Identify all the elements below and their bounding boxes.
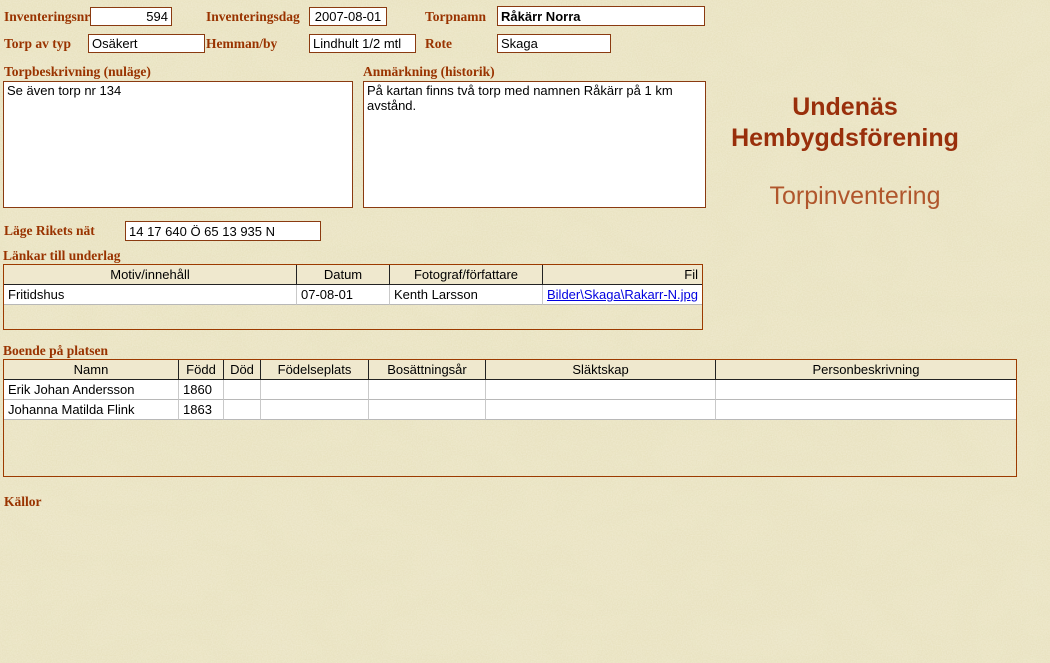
rote-input[interactable] [497,34,611,53]
resident-cell-dod[interactable] [224,380,261,400]
residents-col-slaktskap: Släktskap [486,360,716,380]
inventeringsnr-input[interactable] [90,7,172,26]
links-cell-motiv[interactable]: Fritidshus [4,285,297,305]
residents-col-fodelseplats: Födelseplats [261,360,369,380]
resident-cell-fodd[interactable]: 1863 [179,400,224,420]
torpbeskrivning-textarea[interactable]: Se även torp nr 134 [3,81,353,208]
links-table-row: Fritidshus 07-08-01 Kenth Larsson Bilder… [4,285,702,305]
resident-cell-fodd[interactable]: 1860 [179,380,224,400]
residents-col-namn: Namn [4,360,179,380]
anmarkning-textarea[interactable]: På kartan finns två torp med namnen Råkä… [363,81,706,208]
residents-col-personbeskrivning: Personbeskrivning [716,360,1016,380]
links-col-datum: Datum [297,265,390,285]
lage-rikets-nat-input[interactable] [125,221,321,241]
file-link[interactable]: Bilder\Skaga\Rakarr-N.jpg [547,287,698,302]
inventeringsnr-label: Inventeringsnr [4,9,91,24]
links-cell-fil: Bilder\Skaga\Rakarr-N.jpg [543,285,702,305]
resident-cell-bosattningsar[interactable] [369,400,486,420]
links-table: Motiv/innehåll Datum Fotograf/författare… [3,264,703,330]
resident-cell-slaktskap[interactable] [486,400,716,420]
lage-rikets-nat-label: Läge Rikets nät [4,223,95,238]
resident-cell-fodelseplats[interactable] [261,400,369,420]
resident-cell-namn[interactable]: Erik Johan Andersson [4,380,179,400]
links-col-fotograf: Fotograf/författare [390,265,543,285]
torpbeskrivning-label: Torpbeskrivning (nuläge) [4,64,151,79]
torp-av-typ-input[interactable] [88,34,205,53]
links-col-fil: Fil [543,265,702,285]
section-label-kallor: Källor [4,494,42,509]
anmarkning-label: Anmärkning (historik) [363,64,495,79]
section-label-lankar: Länkar till underlag [3,248,121,263]
resident-cell-bosattningsar[interactable] [369,380,486,400]
residents-table: Namn Född Död Födelseplats Bosättningsår… [3,359,1017,477]
form-content: Inventeringsnr Inventeringsdag Torpnamn … [0,0,1050,663]
links-table-empty-area [4,305,702,329]
resident-cell-personbeskrivning[interactable] [716,400,1016,420]
torpinventering-form: Inventeringsnr Inventeringsdag Torpnamn … [0,0,1050,663]
residents-table-empty-area [4,420,1016,476]
residents-table-header-row: Namn Född Död Födelseplats Bosättningsår… [4,360,1016,380]
page-title: Torpinventering [769,182,941,210]
torpnamn-input[interactable] [497,6,705,26]
torpnamn-label: Torpnamn [425,9,487,24]
section-label-boende: Boende på platsen [3,343,109,358]
rote-label: Rote [425,36,452,51]
residents-col-fodd: Född [179,360,224,380]
residents-col-bosattningsar: Bosättningsår [369,360,486,380]
inventeringsdag-input[interactable] [309,7,387,26]
resident-cell-dod[interactable] [224,400,261,420]
org-title-line1: Undenäs [792,93,898,121]
links-table-header-row: Motiv/innehåll Datum Fotograf/författare… [4,265,702,285]
org-title-line2: Hembygdsförening [731,124,959,152]
resident-cell-namn[interactable]: Johanna Matilda Flink [4,400,179,420]
torp-av-typ-label: Torp av typ [4,36,72,51]
resident-cell-fodelseplats[interactable] [261,380,369,400]
links-cell-fotograf[interactable]: Kenth Larsson [390,285,543,305]
links-cell-datum[interactable]: 07-08-01 [297,285,390,305]
hemman-by-label: Hemman/by [206,36,278,51]
resident-cell-slaktskap[interactable] [486,380,716,400]
residents-table-row: Johanna Matilda Flink 1863 [4,400,1016,420]
org-title: Undenäs Hembygdsförening [715,92,975,154]
residents-table-row: Erik Johan Andersson 1860 [4,380,1016,400]
links-col-motiv: Motiv/innehåll [4,265,297,285]
hemman-by-input[interactable] [309,34,416,53]
residents-col-dod: Död [224,360,261,380]
resident-cell-personbeskrivning[interactable] [716,380,1016,400]
inventeringsdag-label: Inventeringsdag [206,9,300,24]
